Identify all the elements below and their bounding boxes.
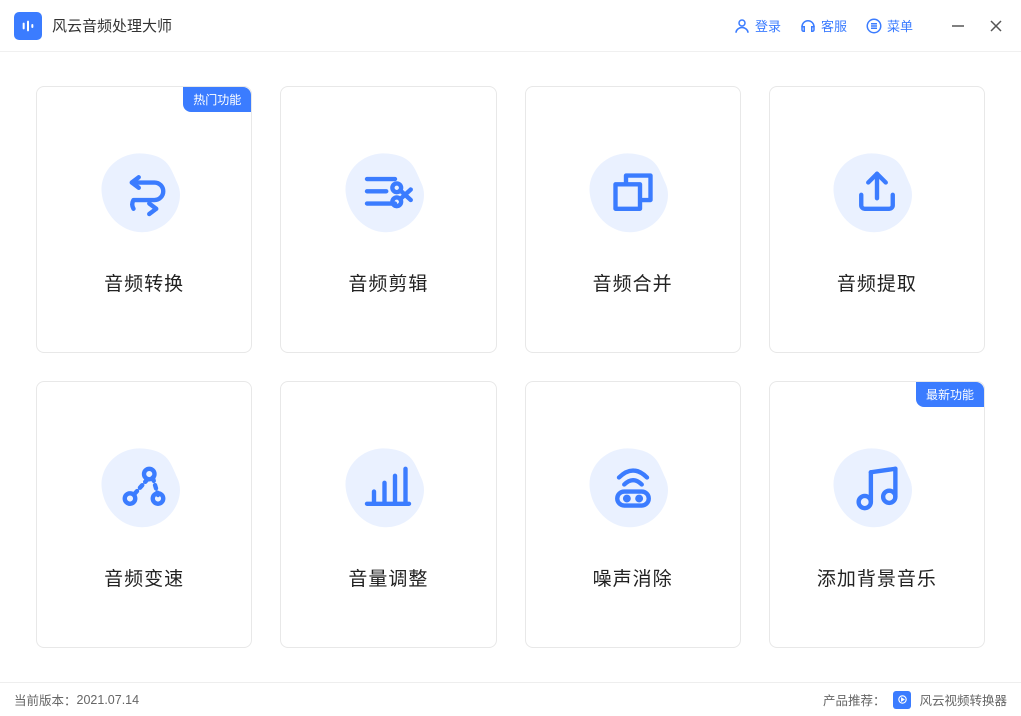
login-button[interactable]: 登录 [733, 16, 781, 35]
card-icon-wrap [84, 143, 204, 243]
card-icon-wrap [328, 438, 448, 538]
merge-icon [605, 165, 661, 221]
version-label: 当前版本： [14, 690, 77, 709]
feature-grid: 热门功能 音频转换 音频剪辑 [0, 52, 1021, 682]
card-label: 音量调整 [348, 564, 428, 591]
card-icon-wrap [817, 438, 937, 538]
app-logo [14, 12, 42, 40]
minimize-icon [951, 19, 965, 33]
login-label: 登录 [755, 16, 781, 35]
titlebar-actions: 登录 客服 菜单 [733, 15, 1007, 37]
product-recommend[interactable]: 产品推荐： 风云视频转换器 [823, 690, 1007, 709]
card-label: 音频提取 [837, 269, 917, 296]
headset-icon [799, 17, 817, 35]
card-audio-merge[interactable]: 音频合并 [525, 86, 741, 353]
sound-bars-icon [20, 18, 36, 34]
convert-icon [116, 165, 172, 221]
card-noise-remove[interactable]: 噪声消除 [525, 381, 741, 648]
card-icon-wrap [328, 143, 448, 243]
titlebar: 风云音频处理大师 登录 客服 菜单 [0, 0, 1021, 52]
minimize-button[interactable] [947, 15, 969, 37]
extract-icon [849, 165, 905, 221]
card-audio-cut[interactable]: 音频剪辑 [280, 86, 496, 353]
card-label: 噪声消除 [593, 564, 673, 591]
support-button[interactable]: 客服 [799, 16, 847, 35]
menu-button[interactable]: 菜单 [865, 16, 913, 35]
card-audio-speed[interactable]: 音频变速 [36, 381, 252, 648]
recommend-product-name: 风云视频转换器 [919, 690, 1007, 709]
card-icon-wrap [817, 143, 937, 243]
card-icon-wrap [84, 438, 204, 538]
menu-circle-icon [865, 17, 883, 35]
card-audio-convert[interactable]: 热门功能 音频转换 [36, 86, 252, 353]
support-label: 客服 [821, 16, 847, 35]
close-icon [989, 19, 1003, 33]
close-button[interactable] [985, 15, 1007, 37]
app-title: 风云音频处理大师 [52, 15, 172, 36]
card-label: 音频剪辑 [348, 269, 428, 296]
card-add-bgm[interactable]: 最新功能 添加背景音乐 [769, 381, 985, 648]
card-icon-wrap [573, 438, 693, 538]
new-badge: 最新功能 [916, 382, 984, 407]
music-icon [849, 460, 905, 516]
cut-icon [360, 165, 416, 221]
card-label: 添加背景音乐 [817, 564, 937, 591]
statusbar: 当前版本： 2021.07.14 产品推荐： 风云视频转换器 [0, 682, 1021, 716]
noise-icon [605, 460, 661, 516]
card-label: 音频变速 [104, 564, 184, 591]
recommend-product-icon [893, 691, 911, 709]
hot-badge: 热门功能 [183, 87, 251, 112]
card-audio-extract[interactable]: 音频提取 [769, 86, 985, 353]
user-icon [733, 17, 751, 35]
menu-label: 菜单 [887, 16, 913, 35]
card-label: 音频合并 [593, 269, 673, 296]
card-volume-adjust[interactable]: 音量调整 [280, 381, 496, 648]
volume-icon [360, 460, 416, 516]
version-value: 2021.07.14 [77, 693, 140, 707]
card-icon-wrap [573, 143, 693, 243]
speed-icon [116, 460, 172, 516]
recommend-label: 产品推荐： [823, 690, 886, 709]
card-label: 音频转换 [104, 269, 184, 296]
